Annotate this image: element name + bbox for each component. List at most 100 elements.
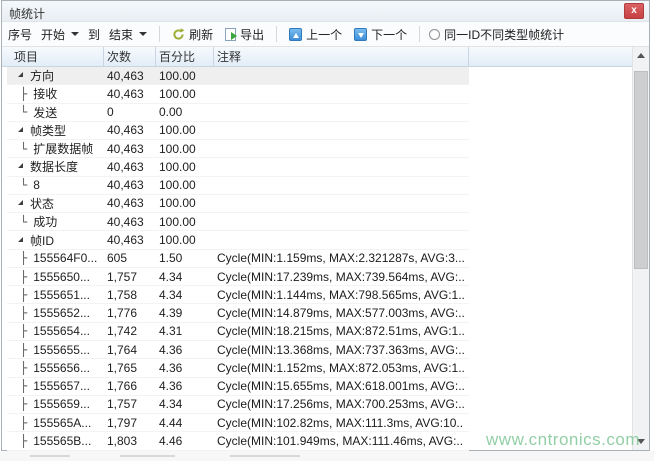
- row-item-label: 8: [33, 178, 40, 192]
- table-row[interactable]: ├ 接收 40,463 100.00: [7, 85, 469, 103]
- table-row[interactable]: └ 扩展数据帧 40,463 100.00: [7, 140, 469, 158]
- row-percent-value: 4.46: [156, 434, 214, 448]
- row-item-label: 1555657...: [33, 379, 90, 393]
- refresh-button[interactable]: 刷新: [169, 24, 216, 45]
- row-percent-value: 4.36: [156, 343, 214, 357]
- row-item-label: 方向: [30, 67, 54, 84]
- serial-number-label: 序号: [8, 26, 32, 43]
- vertical-scrollbar[interactable]: [632, 47, 649, 450]
- row-note-value: Cycle(MIN:14.879ms, MAX:577.003ms, AVG:.…: [214, 306, 464, 320]
- end-dropdown[interactable]: 结束: [106, 24, 150, 45]
- row-count-value: 40,463: [104, 142, 156, 156]
- table-row[interactable]: 数据长度 40,463 100.00: [7, 158, 469, 176]
- row-percent-value: 4.39: [156, 306, 214, 320]
- row-count-value: 40,463: [104, 196, 156, 210]
- row-item-label: 帧ID: [30, 232, 54, 249]
- row-percent-value: 4.34: [156, 270, 214, 284]
- expanded-triangle-icon: [18, 237, 23, 242]
- same-id-type-radio-label: 同一ID不同类型帧统计: [444, 26, 564, 43]
- row-note-value: Cycle(MIN:1.159ms, MAX:2.321287s, AVG:3.…: [214, 251, 464, 265]
- table-row[interactable]: ├ 1555655... 1,764 4.36 Cycle(MIN:13.368…: [7, 341, 469, 359]
- previous-button-label: 上一个: [306, 26, 342, 43]
- column-header-filler: [469, 47, 632, 66]
- row-note-value: Cycle(MIN:1.152ms, MAX:872.053ms, AVG:1.…: [214, 361, 464, 375]
- table-row[interactable]: ├ 155565A... 1,797 4.44 Cycle(MIN:102.82…: [7, 414, 469, 432]
- tree-connector-icon: ├: [20, 435, 27, 447]
- table-row[interactable]: ├ 1555659... 1,757 4.34 Cycle(MIN:17.256…: [7, 396, 469, 414]
- table-row[interactable]: ├ 1555652... 1,776 4.39 Cycle(MIN:14.879…: [7, 304, 469, 322]
- tree-connector-icon: ├: [20, 307, 27, 319]
- row-note-value: Cycle(MIN:18.215ms, MAX:872.51ms, AVG:1.…: [214, 324, 464, 338]
- watermark-text: www.cntronics.com: [486, 430, 640, 450]
- tree-connector-icon: ├: [20, 380, 27, 392]
- column-header-percent[interactable]: 百分比: [156, 47, 214, 66]
- next-button-label: 下一个: [371, 26, 407, 43]
- row-count-value: 1,766: [104, 379, 156, 393]
- next-button[interactable]: 下一个: [351, 24, 410, 45]
- row-item-label: 接收: [33, 85, 57, 102]
- row-percent-value: 1.50: [156, 251, 214, 265]
- expanded-triangle-icon: [18, 200, 23, 205]
- end-dropdown-label: 结束: [109, 26, 133, 43]
- toolbar-separator: [419, 26, 420, 42]
- row-note-value: Cycle(MIN:17.256ms, MAX:700.253ms, AVG:.…: [214, 397, 464, 411]
- chevron-down-icon: [139, 32, 147, 36]
- next-arrow-icon: [354, 28, 367, 41]
- table-row[interactable]: ├ 155564F0... 605 1.50 Cycle(MIN:1.159ms…: [7, 250, 469, 268]
- row-percent-value: 4.34: [156, 288, 214, 302]
- row-percent-value: 4.34: [156, 397, 214, 411]
- row-percent-value: 0.00: [156, 105, 214, 119]
- chevron-down-icon: [71, 32, 79, 36]
- scrollbar-up-button[interactable]: [633, 47, 649, 64]
- scrollbar-thumb[interactable]: [634, 71, 648, 269]
- export-button[interactable]: 导出: [222, 24, 267, 45]
- toolbar: 序号 开始 到 结束 刷新 导出 上一个 下一个: [2, 22, 649, 47]
- previous-button[interactable]: 上一个: [286, 24, 345, 45]
- table-row[interactable]: 帧类型 40,463 100.00: [7, 122, 469, 140]
- column-header-note[interactable]: 注释: [214, 47, 469, 66]
- tree-connector-icon: ├: [20, 271, 27, 283]
- export-button-label: 导出: [240, 26, 264, 43]
- row-note-value: Cycle(MIN:15.655ms, MAX:618.001ms, AVG:.…: [214, 379, 464, 393]
- row-count-value: 1,758: [104, 288, 156, 302]
- start-dropdown[interactable]: 开始: [38, 24, 82, 45]
- table-row[interactable]: └ 成功 40,463 100.00: [7, 213, 469, 231]
- table-body: 方向 40,463 100.00 ├ 接收 40,463 100.00 └ 发送…: [7, 67, 469, 451]
- table-row[interactable]: 帧ID 40,463 100.00: [7, 231, 469, 249]
- row-count-value: 605: [104, 251, 156, 265]
- row-note-value: Cycle(MIN:101.949ms, MAX:111.46ms, AVG:.…: [214, 434, 464, 448]
- to-label: 到: [88, 26, 100, 43]
- tree-connector-icon: ├: [20, 362, 27, 374]
- table-row[interactable]: 状态 40,463 100.00: [7, 195, 469, 213]
- row-count-value: 40,463: [104, 123, 156, 137]
- tree-connector-icon: ├: [20, 417, 27, 429]
- row-percent-value: 100.00: [156, 142, 214, 156]
- row-count-value: 0: [104, 105, 156, 119]
- row-note-value: Cycle(MIN:13.368ms, MAX:737.363ms, AVG:.…: [214, 343, 464, 357]
- table-row[interactable]: ├ 1555654... 1,742 4.31 Cycle(MIN:18.215…: [7, 323, 469, 341]
- row-item-label: 1555652...: [33, 306, 90, 320]
- same-id-type-radio[interactable]: 同一ID不同类型帧统计: [429, 26, 564, 43]
- table-row[interactable]: ├ 1555657... 1,766 4.36 Cycle(MIN:15.655…: [7, 378, 469, 396]
- row-item-label: 成功: [33, 213, 57, 230]
- tree-connector-icon: ├: [20, 88, 27, 100]
- table-row[interactable]: 方向 40,463 100.00: [7, 67, 469, 85]
- table-row[interactable]: ├ 1555651... 1,758 4.34 Cycle(MIN:1.144m…: [7, 286, 469, 304]
- table-row[interactable]: └ 发送 0 0.00: [7, 104, 469, 122]
- table-row[interactable]: ├ 1555656... 1,765 4.36 Cycle(MIN:1.152m…: [7, 359, 469, 377]
- row-item-label: 数据长度: [30, 158, 78, 175]
- tree-connector-icon: ├: [20, 344, 27, 356]
- tree-connector-icon: └: [20, 216, 27, 228]
- table-row[interactable]: ├ 155565B... 1,803 4.46 Cycle(MIN:101.94…: [7, 432, 469, 450]
- refresh-icon: [172, 28, 185, 41]
- table-row[interactable]: ├ 1555650... 1,757 4.34 Cycle(MIN:17.239…: [7, 268, 469, 286]
- window-title: 帧统计: [9, 5, 45, 22]
- row-count-value: 1,803: [104, 434, 156, 448]
- row-item-label: 1555655...: [33, 343, 90, 357]
- row-item-label: 1555654...: [33, 324, 90, 338]
- table-row[interactable]: └ 8 40,463 100.00: [7, 177, 469, 195]
- row-note-value: Cycle(MIN:1.144ms, MAX:798.565ms, AVG:1.…: [214, 288, 464, 302]
- close-button[interactable]: x: [624, 3, 644, 19]
- column-header-count[interactable]: 次数: [104, 47, 156, 66]
- column-header-item[interactable]: 项目: [2, 47, 104, 66]
